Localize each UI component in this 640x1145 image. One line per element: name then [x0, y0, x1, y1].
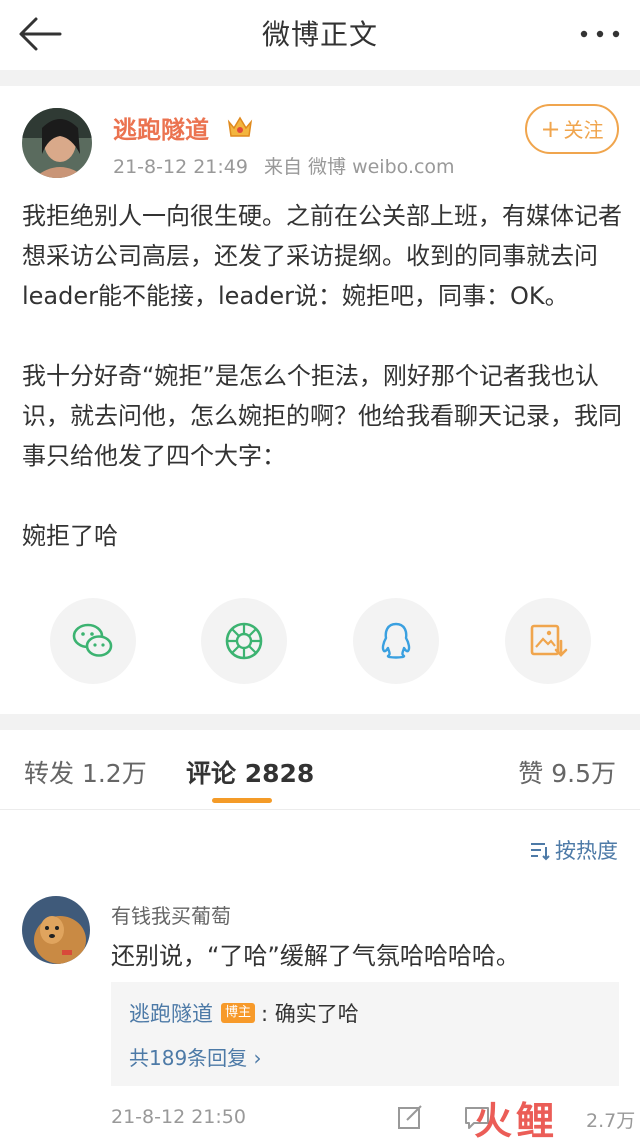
wechat-icon — [72, 623, 113, 657]
comment-time: 21-8-12 21:50 — [111, 1106, 246, 1128]
author-badge: 博主 — [221, 1003, 256, 1023]
view-replies-link[interactable]: 共189条回复 › — [129, 1042, 262, 1071]
follow-button[interactable]: + 关注 — [525, 104, 619, 154]
reply-line: 逃跑隧道 博主 : 确实了哈 — [129, 998, 359, 1028]
author-name[interactable]: 逃跑隧道 — [113, 110, 209, 145]
author-avatar[interactable] — [22, 108, 92, 178]
qq-icon — [381, 622, 411, 659]
comment-like-count[interactable]: 2.7万 — [586, 1106, 635, 1133]
post-source: 来自 微博 weibo.com — [264, 156, 455, 178]
tab-comment[interactable]: 评论 2828 — [186, 754, 314, 790]
tab-like[interactable]: 赞 9.5万 — [518, 754, 616, 790]
post-paragraph: 我十分好奇“婉拒”是怎么个拒法，刚好那个记者我也认识，就去问他，怎么婉拒的啊？他… — [22, 362, 622, 470]
vip-crown-icon — [227, 116, 253, 137]
reply-user[interactable]: 逃跑隧道 — [129, 998, 213, 1028]
post-meta: 21-8-12 21:49 来自 微博 weibo.com — [113, 152, 465, 179]
post-paragraph: 婉拒了哈 — [22, 522, 118, 550]
follow-label: 关注 — [563, 118, 604, 142]
plus-icon: + — [540, 115, 561, 143]
sort-button[interactable]: 按热度 — [529, 835, 618, 865]
more-options-icon[interactable] — [578, 22, 622, 46]
reply-text: : 确实了哈 — [261, 1002, 359, 1026]
save-image-icon — [530, 624, 568, 657]
watermark-logo: 火鲤 — [474, 1099, 559, 1143]
tab-repost[interactable]: 转发 1.2万 — [24, 754, 147, 790]
edit-share-icon[interactable] — [395, 1102, 425, 1132]
commenter-avatar[interactable] — [22, 896, 90, 964]
comment-text: 还别说，“了哈”缓解了气氛哈哈哈哈。 — [111, 942, 520, 970]
moments-icon — [225, 622, 263, 660]
reply-preview[interactable]: 逃跑隧道 博主 : 确实了哈 共189条回复 › — [111, 982, 619, 1086]
post-content: 我拒绝别人一向很生硬。之前在公关部上班，有媒体记者想采访公司高层，还发了采访提纲… — [22, 196, 622, 556]
interaction-tabs: 转发 1.2万 评论 2828 赞 9.5万 — [0, 730, 640, 810]
share-qq-button[interactable] — [353, 598, 439, 684]
divider — [0, 714, 640, 730]
top-nav-bar: 微博正文 — [0, 0, 640, 70]
post-time: 21-8-12 21:49 — [113, 156, 248, 178]
sort-icon — [531, 843, 550, 861]
commenter-name[interactable]: 有钱我买葡萄 — [111, 900, 231, 929]
active-tab-indicator — [212, 798, 272, 803]
share-moments-button[interactable] — [201, 598, 287, 684]
sort-label: 按热度 — [555, 839, 618, 863]
share-wechat-button[interactable] — [50, 598, 136, 684]
share-bar — [0, 598, 640, 688]
save-image-button[interactable] — [505, 598, 591, 684]
divider — [0, 70, 640, 86]
page-title: 微博正文 — [261, 18, 378, 51]
post-paragraph: 我拒绝别人一向很生硬。之前在公关部上班，有媒体记者想采访公司高层，还发了采访提纲… — [22, 202, 622, 310]
